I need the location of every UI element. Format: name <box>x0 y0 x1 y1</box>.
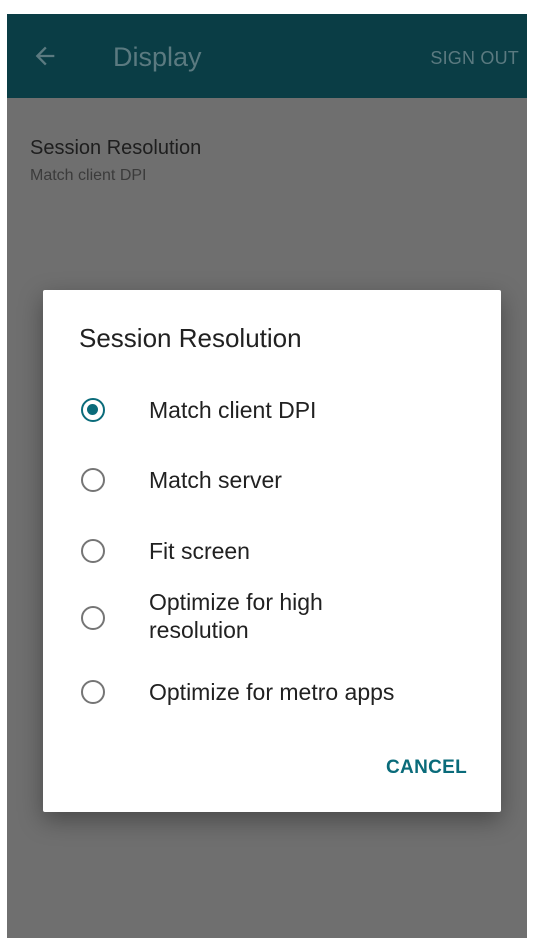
preference-summary: Match client DPI <box>30 167 147 184</box>
radio-unchecked-icon[interactable] <box>81 468 105 492</box>
session-resolution-preference[interactable]: Session Resolution Match client DPI <box>7 124 527 194</box>
sign-out-button[interactable]: SIGN OUT <box>430 47 519 69</box>
arrow-back-icon[interactable] <box>31 42 59 70</box>
option-label: Optimize for metro apps <box>149 679 395 705</box>
radio-checked-icon[interactable] <box>81 398 105 422</box>
cancel-button[interactable]: CANCEL <box>386 756 467 780</box>
session-resolution-dialog: Session Resolution Match client DPI Matc… <box>43 290 501 812</box>
option-label: Optimize for high resolution <box>149 589 323 643</box>
preference-title: Session Resolution <box>30 137 202 159</box>
screen: Display SIGN OUT Session Resolution Matc… <box>7 14 527 938</box>
app-bar: Display SIGN OUT <box>7 14 527 98</box>
radio-unchecked-icon[interactable] <box>81 539 105 563</box>
page-title: Display <box>113 42 202 72</box>
option-fit-screen[interactable]: Fit screen <box>43 531 501 571</box>
radio-unchecked-icon[interactable] <box>81 606 105 630</box>
option-label: Match client DPI <box>149 397 317 423</box>
option-label: Match server <box>149 467 282 493</box>
option-match-server[interactable]: Match server <box>43 460 501 500</box>
dialog-title: Session Resolution <box>79 323 302 353</box>
option-match-client-dpi[interactable]: Match client DPI <box>43 390 501 430</box>
option-optimize-high-resolution[interactable]: Optimize for high resolution <box>43 586 501 652</box>
radio-unchecked-icon[interactable] <box>81 680 105 704</box>
option-label: Fit screen <box>149 538 250 564</box>
option-optimize-metro-apps[interactable]: Optimize for metro apps <box>43 672 501 712</box>
